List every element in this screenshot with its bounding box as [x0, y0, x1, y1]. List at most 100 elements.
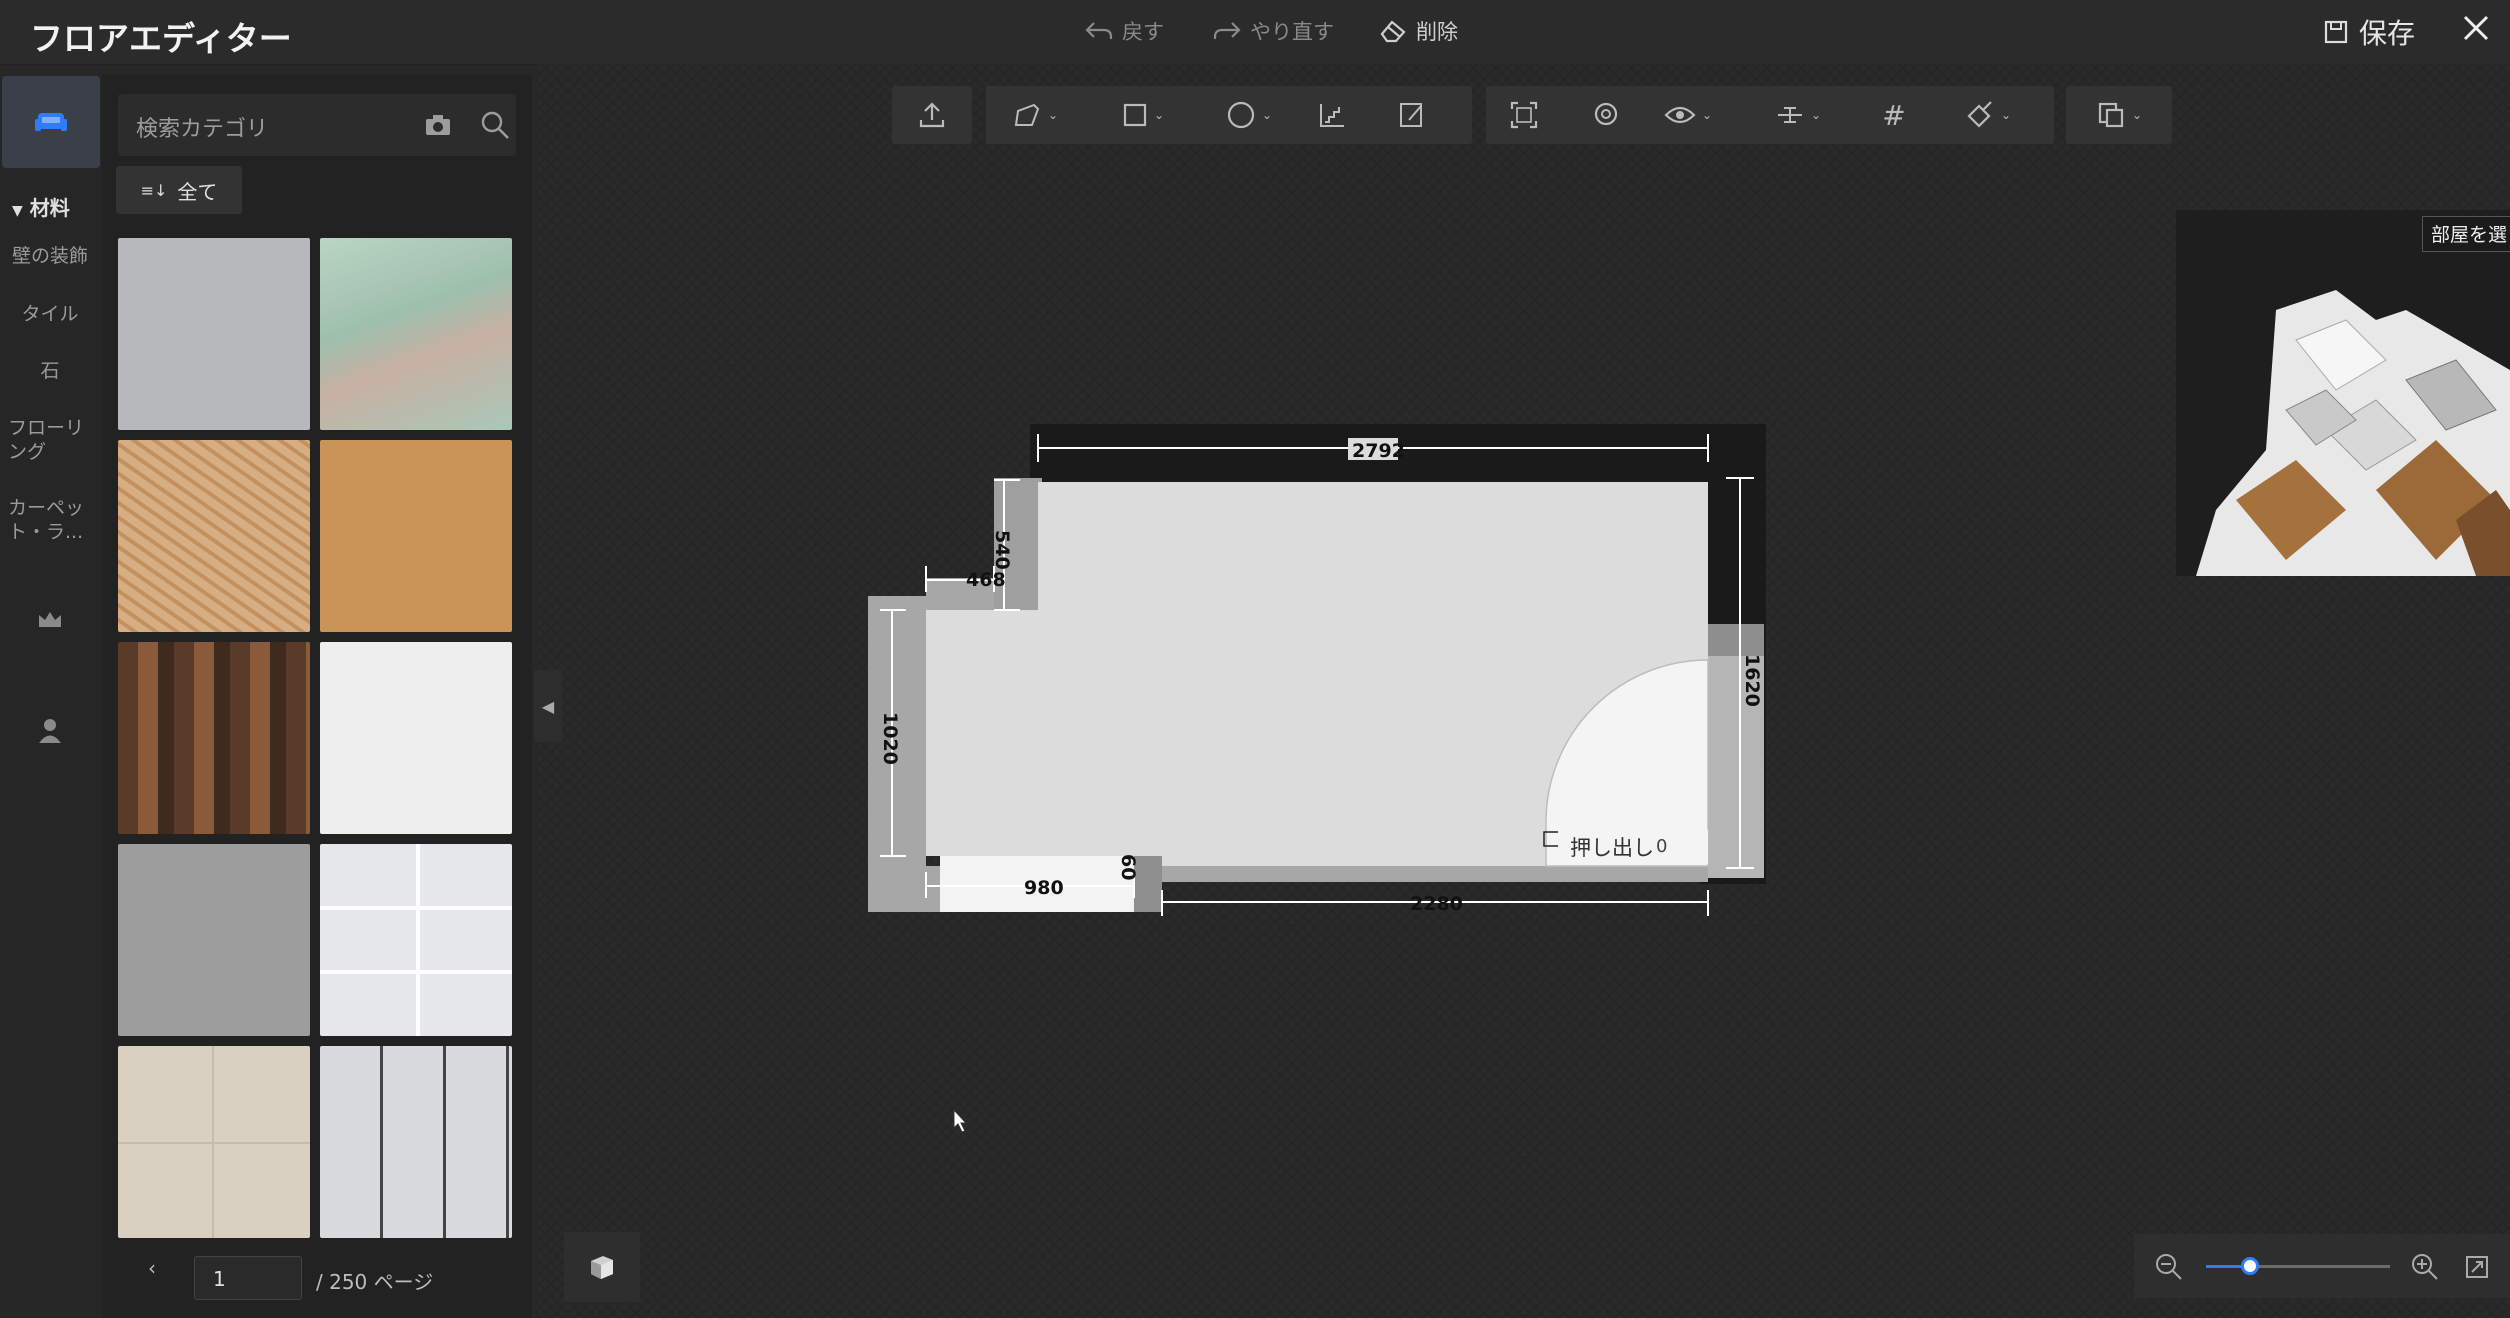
material-tile-green-marble[interactable] [320, 238, 512, 430]
material-tile-white-marble[interactable] [320, 642, 512, 834]
toolgroup-import [892, 86, 972, 144]
redo-label: やり直す [1250, 20, 1334, 44]
square-icon [1123, 103, 1147, 127]
category-rail: ▼ 材料 壁の装飾 タイル 石 フローリング カーペット・ラ... [0, 74, 102, 1318]
prev-page-button[interactable]: ‹ [148, 1256, 156, 1280]
sort-icon: ≡↓ [140, 180, 168, 200]
chevron-down-icon: ⌄ [1261, 108, 1273, 122]
toolgroup-copy: ⌄ [2066, 86, 2172, 144]
draw-wall-tool[interactable]: ⌄ [1000, 86, 1070, 144]
rail-item-carpet[interactable]: カーペット・ラ... [8, 496, 96, 544]
import-button[interactable] [892, 86, 972, 144]
material-tile-woven-wood[interactable] [118, 440, 310, 632]
fit-screen-icon[interactable] [2464, 1254, 2490, 1280]
fit-view-tool[interactable] [1496, 86, 1552, 144]
minimap-3d[interactable] [2176, 210, 2510, 576]
upload-icon [919, 102, 945, 128]
undo-label: 戻す [1122, 20, 1164, 44]
view-3d-button[interactable] [564, 1232, 640, 1302]
align-tool[interactable]: ⌄ [1758, 86, 1838, 144]
chevron-down-icon: ⌄ [2000, 108, 2012, 122]
save-button[interactable]: 保存 [2323, 12, 2415, 52]
brush-icon [1967, 101, 1992, 128]
section-materials[interactable]: ▼ 材料 [12, 192, 70, 221]
search-icon[interactable] [480, 110, 510, 140]
sofa-icon [35, 113, 67, 131]
rail-item-wall-decor[interactable]: 壁の装飾 [0, 244, 100, 268]
material-tile-beige-tile[interactable] [118, 1046, 310, 1238]
visibility-tool[interactable]: ⌄ [1648, 86, 1728, 144]
materials-tab[interactable] [2, 76, 100, 168]
rail-item-flooring[interactable]: フローリング [8, 416, 96, 464]
grid-icon: # [1882, 98, 1906, 132]
caret-down-icon: ▼ [12, 203, 23, 219]
stairs-icon [1320, 104, 1344, 127]
select-room-button[interactable]: 部屋を選 [2422, 216, 2510, 252]
chevron-down-icon: ⌄ [1701, 108, 1713, 122]
chevron-down-icon: ⌄ [1153, 108, 1165, 122]
section-label: 材料 [29, 196, 70, 220]
camera-icon[interactable] [424, 112, 452, 138]
save-icon [2324, 20, 2348, 44]
eye-icon [1664, 106, 1696, 124]
toolgroup-view: ⌄ ⌄ # ⌄ [1486, 86, 2054, 144]
collapse-panel-button[interactable]: ◀ [534, 670, 562, 742]
delete-label: 削除 [1416, 20, 1458, 44]
close-button[interactable] [2456, 8, 2496, 48]
material-tile-white-tile-grid[interactable] [320, 844, 512, 1036]
grid-tool[interactable]: # [1866, 86, 1922, 144]
page-number-input[interactable]: 1 [194, 1256, 302, 1300]
zoom-handle[interactable] [2241, 1257, 2260, 1275]
zoom-out-icon[interactable] [2154, 1252, 2184, 1282]
delete-button[interactable]: 削除 [1378, 16, 1458, 46]
material-panel: 検索カテゴリ ≡↓ 全て ‹ 1 / 250 ページ ▶ [102, 74, 625, 1318]
top-bar: フロアエディター 戻す やり直す 削除 保存 [0, 0, 2510, 65]
undo-icon [1085, 22, 1113, 39]
close-icon [2463, 15, 2489, 41]
zoom-slider[interactable] [2206, 1265, 2390, 1268]
filter-label: 全て [177, 179, 218, 204]
circle-tool[interactable]: ⌄ [1214, 86, 1284, 144]
align-icon [1777, 107, 1802, 123]
material-tile-gray-stone[interactable] [118, 844, 310, 1036]
filter-all-button[interactable]: ≡↓ 全て [116, 166, 242, 214]
house-3d-preview [2176, 210, 2510, 576]
lasso-icon [1594, 102, 1618, 126]
chevron-down-icon: ⌄ [1047, 108, 1059, 122]
paint-tool[interactable]: ⌄ [1948, 86, 2028, 144]
material-tile-marble-tile-grid[interactable] [320, 1046, 512, 1238]
frame-icon [1510, 101, 1538, 129]
rail-item-stone[interactable]: 石 [0, 359, 100, 383]
app-title: フロアエディター [30, 19, 292, 58]
redo-button[interactable]: やり直す [1212, 16, 1334, 46]
lasso-tool[interactable] [1578, 86, 1634, 144]
edit-shape-tool[interactable] [1384, 86, 1440, 144]
material-tile-brick-mosaic[interactable] [118, 642, 310, 834]
material-tile-gray-concrete[interactable] [118, 238, 310, 430]
edit-icon [1400, 103, 1422, 127]
cube-icon [591, 1256, 613, 1279]
stairs-tool[interactable] [1304, 86, 1360, 144]
zoom-in-icon[interactable] [2410, 1252, 2440, 1282]
copy-tool[interactable]: ⌄ [2076, 86, 2162, 144]
search-box[interactable]: 検索カテゴリ [118, 94, 516, 156]
search-input[interactable]: 検索カテゴリ [136, 111, 268, 143]
circle-icon [1227, 101, 1255, 129]
zoom-control [2134, 1234, 2510, 1298]
rail-item-tile[interactable]: タイル [0, 302, 100, 326]
material-tile-oak-plain[interactable] [320, 440, 512, 632]
undo-button[interactable]: 戻す [1084, 16, 1164, 46]
redo-icon [1213, 22, 1241, 39]
save-label: 保存 [2358, 17, 2415, 50]
pen-icon [1014, 103, 1040, 126]
collapse-left-icon: ◀ [541, 696, 555, 716]
chevron-down-icon: ⌄ [1810, 108, 1822, 122]
toolgroup-draw: ⌄ ⌄ ⌄ [986, 86, 1472, 144]
page-total: / 250 ページ [316, 1270, 434, 1294]
user-icon[interactable] [34, 714, 66, 746]
rectangle-tool[interactable]: ⌄ [1108, 86, 1178, 144]
copy-icon [2098, 102, 2124, 128]
eraser-icon [1380, 20, 1406, 43]
premium-icon[interactable] [34, 604, 66, 636]
chevron-down-icon: ⌄ [2131, 108, 2143, 122]
